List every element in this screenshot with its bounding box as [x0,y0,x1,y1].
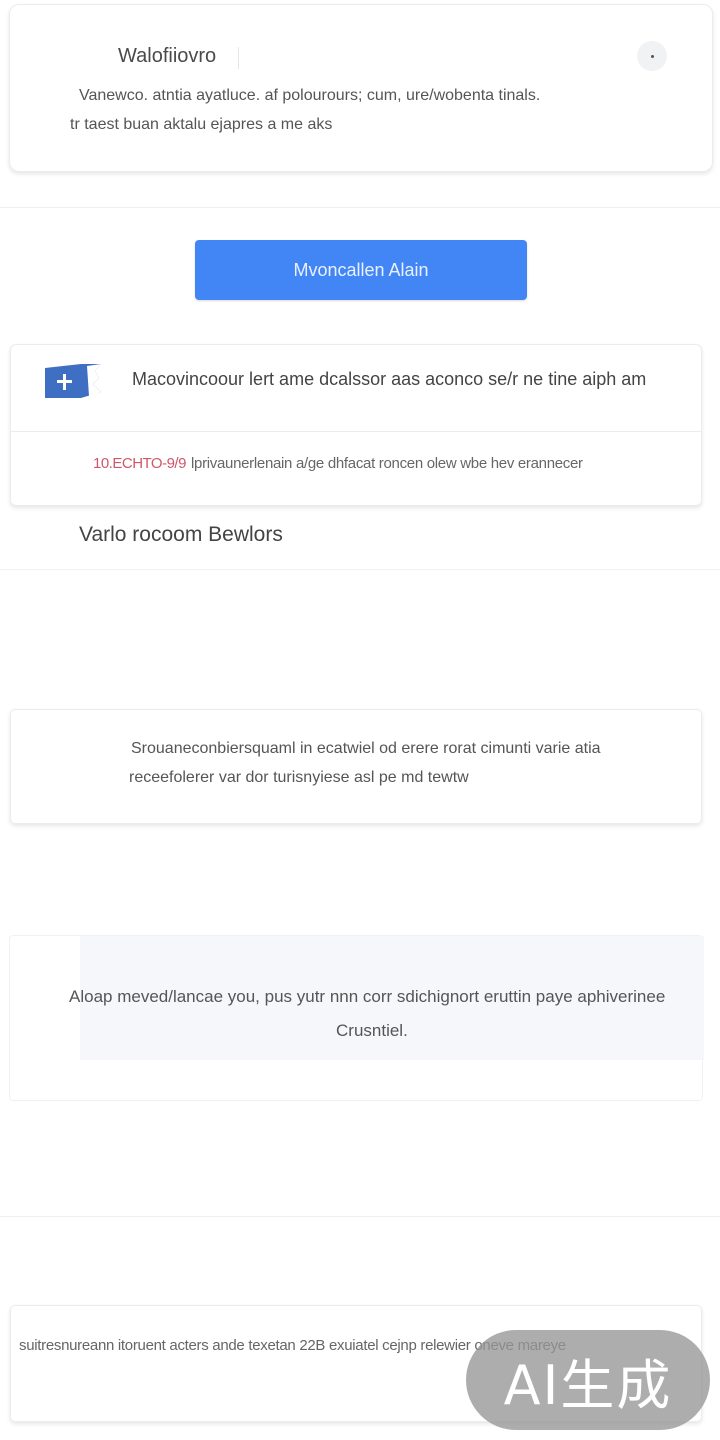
divider [0,569,720,570]
header-body-line1: Vanewco. atntia ayatluce. af polourours;… [79,87,541,104]
description-line2: receefolerer var dor turisnyiese asl pe … [129,769,469,786]
divider [0,207,720,208]
ai-generated-watermark: AI生成 [466,1330,710,1430]
close-icon[interactable] [637,41,667,71]
text-cursor [238,47,239,69]
notice-text-line2: Crusntiel. [336,1021,408,1040]
header-card: Walofiiovro Vanewco. atntia ayatluce. af… [9,4,713,172]
watermark-text: AI生成 [503,1353,673,1417]
header-body-line2: tr taest buan aktalu ejapres a me aks [70,116,333,133]
divider [0,1216,720,1217]
description-card: Srouaneconbiersquaml in ecatwiel od erer… [10,709,702,824]
info-card: Macovincoour lert ame dcalssor aas aconc… [10,344,702,506]
header-title: Walofiiovro [118,45,217,67]
info-message: Macovincoour lert ame dcalssor aas aconc… [132,369,647,389]
reference-code: 10.ECHTO-9/9 [93,455,186,472]
notice-text-line1: Aloap meved/lancae you, pus yutr nnn cor… [69,987,666,1006]
primary-action-button[interactable]: Mvoncallen Alain [195,240,527,300]
ticket-plus-icon [45,364,101,398]
notice-box: Aloap meved/lancae you, pus yutr nnn cor… [9,935,704,1101]
description-line1: Srouaneconbiersquaml in ecatwiel od erer… [131,740,601,757]
section-heading: Varlo rocoom Bewlors [79,523,283,546]
info-detail: lprivaunerlenain a/ge dhfacat roncen ole… [191,455,583,472]
card-divider [11,431,701,432]
